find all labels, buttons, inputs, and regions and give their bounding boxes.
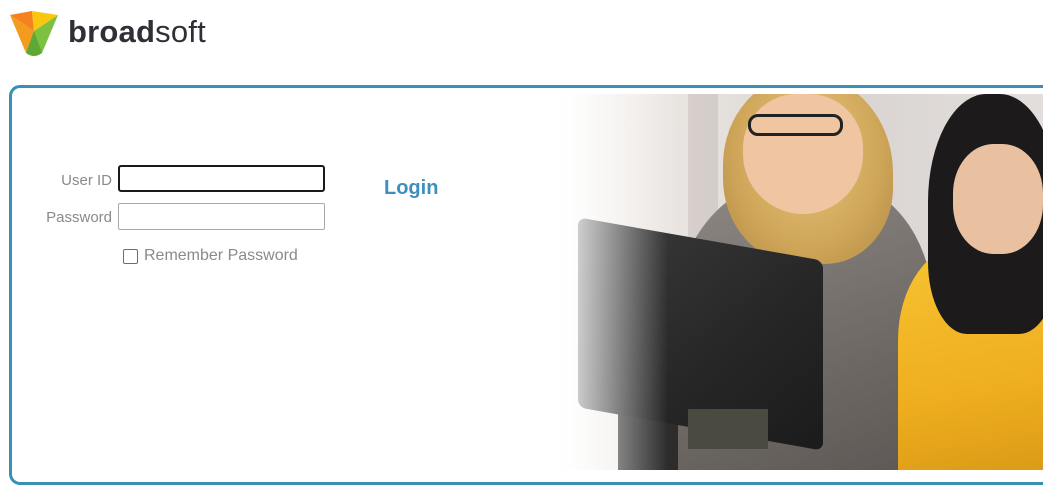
brand-name-bold: broad: [68, 14, 156, 49]
user-id-input[interactable]: [118, 165, 325, 192]
broadsoft-logo[interactable]: broadsoft: [8, 9, 206, 57]
password-label: Password: [46, 209, 112, 226]
broadsoft-logo-icon: [10, 11, 58, 56]
login-button[interactable]: Login: [384, 177, 438, 200]
login-form: User ID Password Remember Password Login: [12, 88, 532, 468]
brand-name-regular: soft: [155, 14, 206, 49]
user-id-label: User ID: [61, 172, 112, 189]
hero-photo: [548, 94, 1043, 470]
login-panel: User ID Password Remember Password Login: [9, 85, 1043, 485]
header: broadsoft: [0, 0, 1043, 70]
photo-glasses: [748, 114, 843, 136]
brand-name: broadsoft: [68, 14, 206, 50]
remember-password-label[interactable]: Remember Password: [144, 247, 298, 265]
password-input[interactable]: [118, 203, 325, 230]
remember-password-row[interactable]: Remember Password: [123, 247, 298, 265]
remember-password-checkbox[interactable]: [123, 248, 138, 264]
